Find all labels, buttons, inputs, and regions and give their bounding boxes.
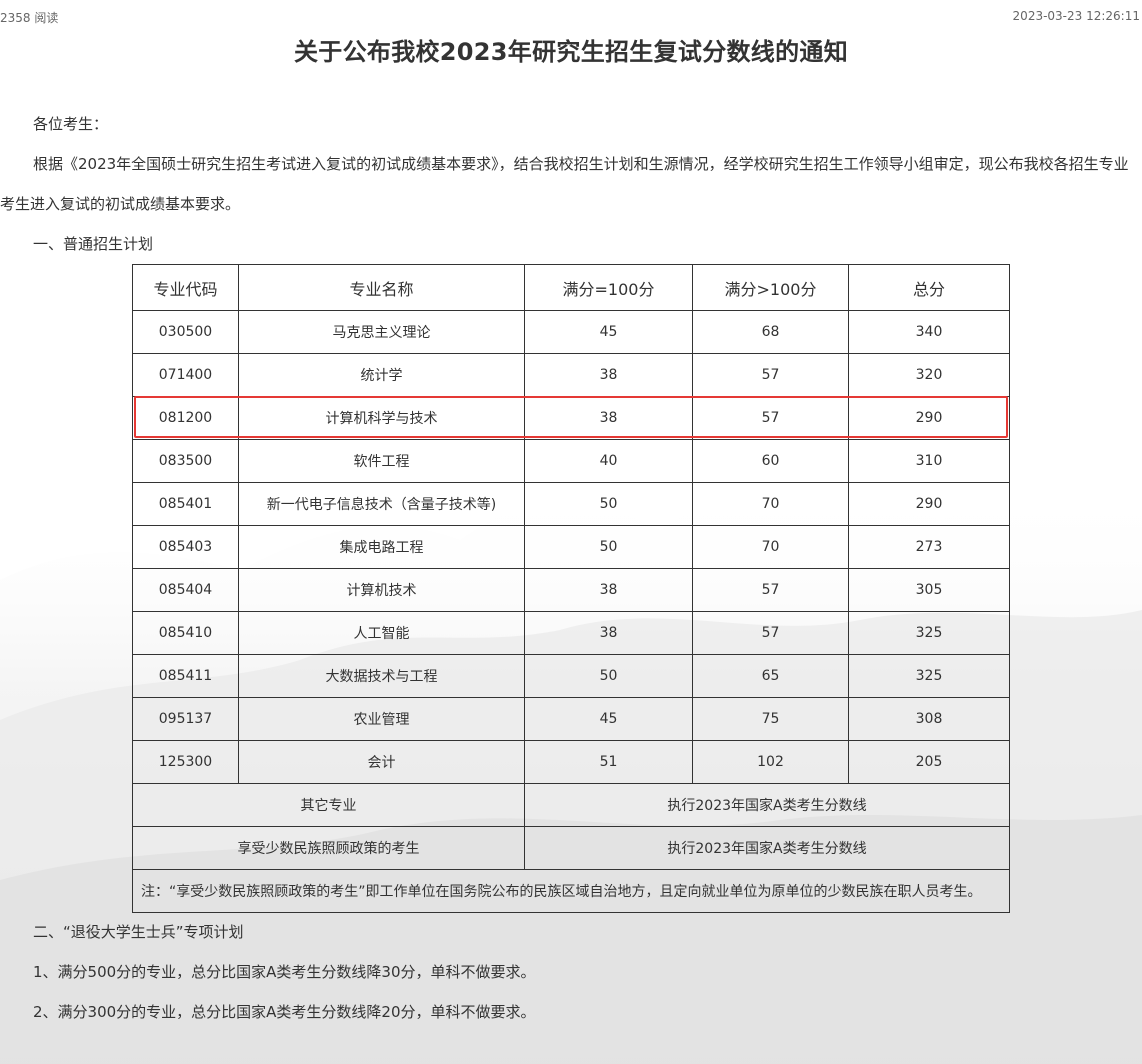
cell-score-over100: 70 (692, 525, 849, 569)
cell-code: 125300 (132, 740, 239, 784)
cell-score100: 38 (524, 353, 693, 397)
table-row: 085410 人工智能 38 57 325 (132, 611, 1010, 655)
table-row: 085403 集成电路工程 50 70 273 (132, 525, 1010, 569)
header-code: 专业代码 (132, 264, 239, 311)
cell-score100: 51 (524, 740, 693, 784)
cell-code: 095137 (132, 697, 239, 741)
cell-score-over100: 75 (692, 697, 849, 741)
table-row: 030500 马克思主义理论 45 68 340 (132, 310, 1010, 354)
cell-total: 290 (848, 482, 1010, 526)
view-count: 2358 阅读 (0, 11, 59, 25)
table-row: 085411 大数据技术与工程 50 65 325 (132, 654, 1010, 698)
cell-name: 农业管理 (238, 697, 525, 741)
cell-score-over100: 57 (692, 353, 849, 397)
table-note: 注：“享受少数民族照顾政策的考生”即工作单位在国务院公布的民族区域自治地方，且定… (132, 869, 1010, 913)
cell-total: 273 (848, 525, 1010, 569)
cell-total: 305 (848, 568, 1010, 612)
cell-score-over100: 70 (692, 482, 849, 526)
table-row-note: 注：“享受少数民族照顾政策的考生”即工作单位在国务院公布的民族区域自治地方，且定… (132, 869, 1010, 913)
cell-code: 083500 (132, 439, 239, 483)
table-row: 083500 软件工程 40 60 310 (132, 439, 1010, 483)
section2-heading: 二、“退役大学生士兵”专项计划 (33, 923, 244, 941)
intro-paragraph: 根据《2023年全国硕士研究生招生考试进入复试的初试成绩基本要求》，结合我校招生… (0, 155, 1129, 213)
cell-code: 085403 (132, 525, 239, 569)
cell-name: 大数据技术与工程 (238, 654, 525, 698)
publish-datetime: 2023-03-23 12:26:11 (1012, 9, 1140, 23)
section2-item: 2、满分300分的专业，总分比国家A类考生分数线降20分，单科不做要求。 (33, 1003, 536, 1021)
cell-total: 310 (848, 439, 1010, 483)
cell-score100: 38 (524, 611, 693, 655)
cell-total: 205 (848, 740, 1010, 784)
table-row: 085401 新一代电子信息技术（含量子技术等) 50 70 290 (132, 482, 1010, 526)
other-majors-value: 执行2023年国家A类考生分数线 (524, 783, 1010, 827)
cell-name: 会计 (238, 740, 525, 784)
header-full-over100: 满分>100分 (692, 264, 849, 311)
cell-score100: 50 (524, 525, 693, 569)
cell-total: 308 (848, 697, 1010, 741)
table-row-other: 其它专业 执行2023年国家A类考生分数线 (132, 783, 1010, 827)
table-row: 125300 会计 51 102 205 (132, 740, 1010, 784)
cell-total: 325 (848, 611, 1010, 655)
cell-total: 340 (848, 310, 1010, 354)
cell-score-over100: 57 (692, 611, 849, 655)
minority-label: 享受少数民族照顾政策的考生 (132, 826, 525, 870)
section1-heading: 一、普通招生计划 (33, 235, 154, 253)
cell-score100: 50 (524, 482, 693, 526)
cell-score100: 40 (524, 439, 693, 483)
table-row-minority: 享受少数民族照顾政策的考生 执行2023年国家A类考生分数线 (132, 826, 1010, 870)
cell-code: 085410 (132, 611, 239, 655)
cell-name: 软件工程 (238, 439, 525, 483)
page-title: 关于公布我校2023年研究生招生复试分数线的通知 (294, 38, 848, 66)
cell-score100: 45 (524, 310, 693, 354)
cell-code: 030500 (132, 310, 239, 354)
cell-total: 320 (848, 353, 1010, 397)
table-header-row: 专业代码 专业名称 满分=100分 满分>100分 总分 (132, 264, 1010, 311)
cell-score100: 45 (524, 697, 693, 741)
cell-score100: 38 (524, 568, 693, 612)
cell-score-over100: 60 (692, 439, 849, 483)
cell-name: 新一代电子信息技术（含量子技术等) (238, 482, 525, 526)
cell-name: 统计学 (238, 353, 525, 397)
section2-item: 1、满分500分的专业，总分比国家A类考生分数线降30分，单科不做要求。 (33, 963, 536, 981)
cell-score100: 50 (524, 654, 693, 698)
cell-name: 集成电路工程 (238, 525, 525, 569)
minority-value: 执行2023年国家A类考生分数线 (524, 826, 1010, 870)
cell-code: 085401 (132, 482, 239, 526)
header-name: 专业名称 (238, 264, 525, 311)
cell-score-over100: 102 (692, 740, 849, 784)
cell-score-over100: 68 (692, 310, 849, 354)
cell-name: 马克思主义理论 (238, 310, 525, 354)
greeting-text: 各位考生： (33, 115, 109, 133)
other-majors-label: 其它专业 (132, 783, 525, 827)
cell-code: 085404 (132, 568, 239, 612)
cell-name: 计算机技术 (238, 568, 525, 612)
header-full100: 满分=100分 (524, 264, 693, 311)
table-row: 085404 计算机技术 38 57 305 (132, 568, 1010, 612)
table-row: 095137 农业管理 45 75 308 (132, 697, 1010, 741)
cell-code: 071400 (132, 353, 239, 397)
cell-score-over100: 57 (692, 568, 849, 612)
cell-score-over100: 65 (692, 654, 849, 698)
cell-total: 325 (848, 654, 1010, 698)
highlight-box (134, 396, 1008, 438)
cell-code: 085411 (132, 654, 239, 698)
score-table: 专业代码 专业名称 满分=100分 满分>100分 总分 030500 马克思主… (132, 264, 1010, 913)
table-row: 071400 统计学 38 57 320 (132, 353, 1010, 397)
header-total: 总分 (848, 264, 1010, 311)
cell-name: 人工智能 (238, 611, 525, 655)
